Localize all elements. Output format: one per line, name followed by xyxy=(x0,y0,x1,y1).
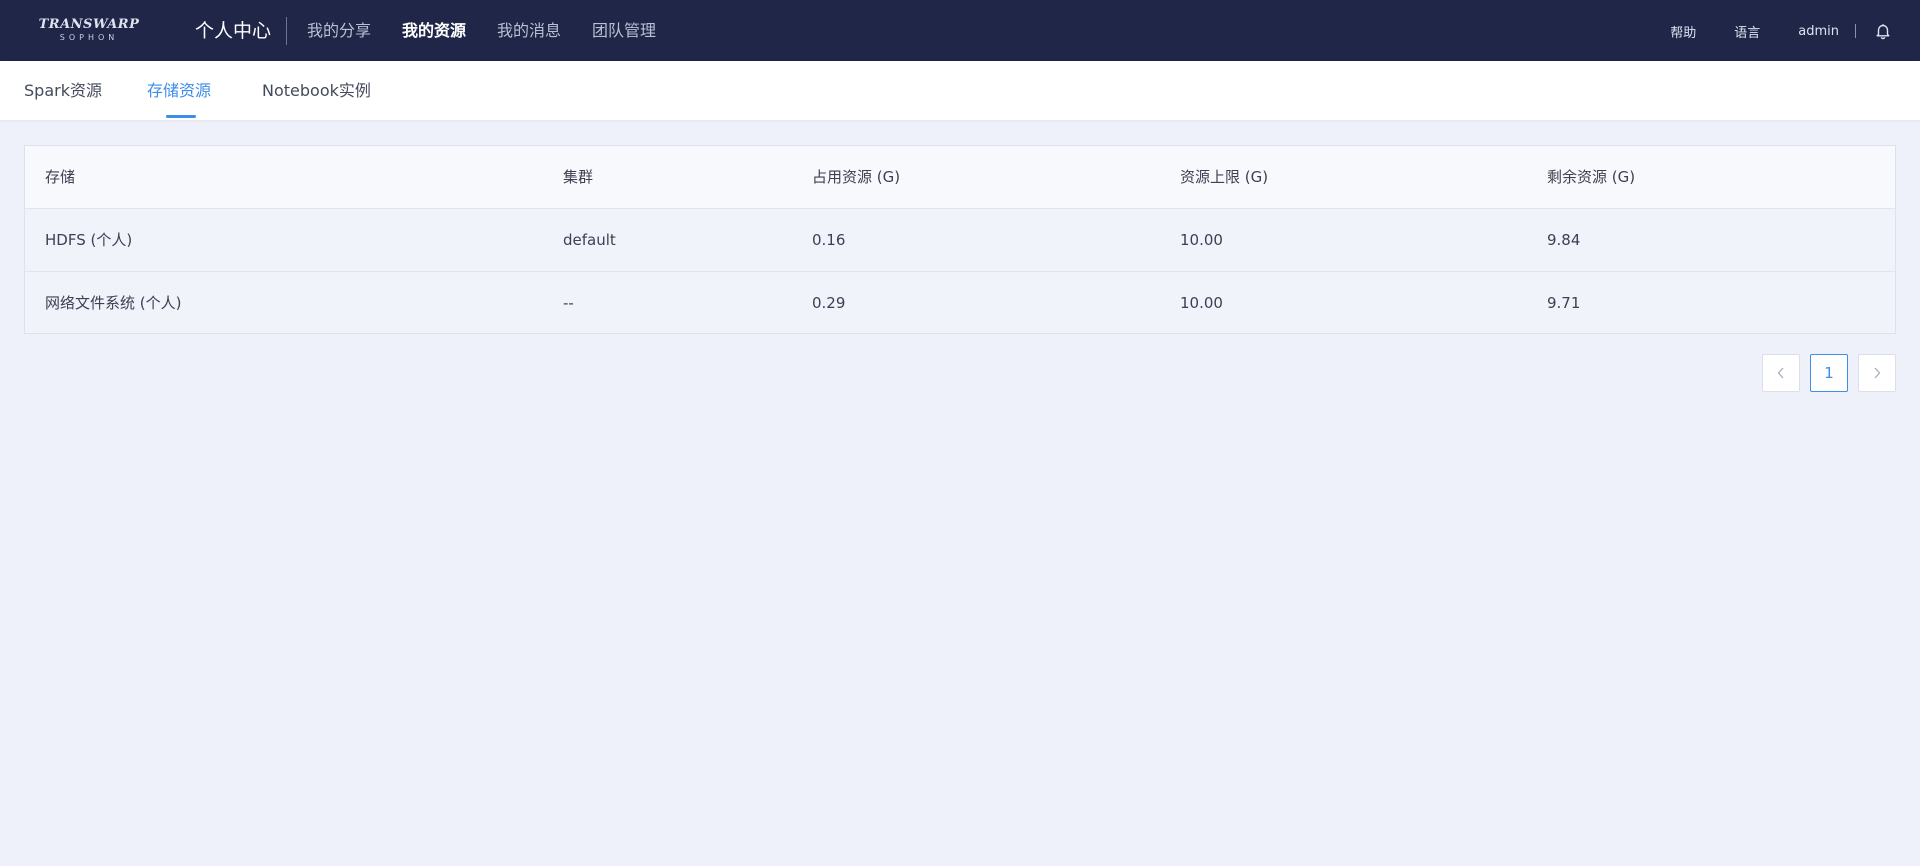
nav-item-my-messages[interactable]: 我的消息 xyxy=(497,17,561,45)
nav-item-my-resources[interactable]: 我的资源 xyxy=(402,17,466,45)
cell-limit: 10.00 xyxy=(1180,294,1223,312)
cell-cluster: -- xyxy=(563,294,574,312)
nav-item-team-management[interactable]: 团队管理 xyxy=(592,17,656,45)
nav-item-my-shares[interactable]: 我的分享 xyxy=(307,17,371,45)
cell-cluster: default xyxy=(563,231,616,249)
pagination: 1 xyxy=(1762,354,1896,392)
storage-table: 存储 集群 占用资源 (G) 资源上限 (G) 剩余资源 (G) HDFS (个… xyxy=(24,145,1896,334)
header-divider xyxy=(1855,24,1856,38)
app-title: 个人中心 xyxy=(195,17,288,45)
cell-storage: HDFS (个人) xyxy=(45,231,133,249)
top-navbar: TRANSWARP SOPHON 个人中心 我的分享 我的资源 我的消息 团队管… xyxy=(0,0,1920,61)
table-row: 网络文件系统 (个人) -- 0.29 10.00 9.71 xyxy=(25,272,1895,335)
cell-used: 0.29 xyxy=(812,294,846,312)
next-page-button[interactable] xyxy=(1858,354,1896,392)
main-nav: 我的分享 我的资源 我的消息 团队管理 xyxy=(307,17,687,45)
column-header-remaining: 剩余资源 (G) xyxy=(1547,168,1636,186)
logo[interactable]: TRANSWARP SOPHON xyxy=(36,18,142,46)
cell-used: 0.16 xyxy=(812,231,846,249)
bell-icon[interactable] xyxy=(1874,22,1892,40)
cell-limit: 10.00 xyxy=(1180,231,1223,249)
tab-notebook-instances[interactable]: Notebook实例 xyxy=(262,61,371,120)
column-header-used: 占用资源 (G) xyxy=(812,168,901,186)
chevron-left-icon xyxy=(1777,367,1784,379)
cell-remaining: 9.71 xyxy=(1547,294,1581,312)
prev-page-button[interactable] xyxy=(1762,354,1800,392)
help-link[interactable]: 帮助 xyxy=(1670,22,1696,41)
chevron-right-icon xyxy=(1874,367,1881,379)
language-link[interactable]: 语言 xyxy=(1734,22,1760,41)
tab-storage-resources[interactable]: 存储资源 xyxy=(147,61,211,120)
column-header-storage: 存储 xyxy=(45,168,76,186)
active-tab-indicator xyxy=(166,115,196,118)
logo-brand: TRANSWARP xyxy=(38,17,140,32)
table-header: 存储 集群 占用资源 (G) 资源上限 (G) 剩余资源 (G) xyxy=(25,146,1895,209)
column-header-limit: 资源上限 (G) xyxy=(1180,168,1269,186)
cell-storage: 网络文件系统 (个人) xyxy=(45,294,182,312)
page-1-button[interactable]: 1 xyxy=(1810,354,1848,392)
table-row: HDFS (个人) default 0.16 10.00 9.84 xyxy=(25,209,1895,272)
cell-remaining: 9.84 xyxy=(1547,231,1581,249)
tab-spark-resources[interactable]: Spark资源 xyxy=(24,61,102,120)
logo-subtitle: SOPHON xyxy=(59,33,119,42)
column-header-cluster: 集群 xyxy=(563,168,594,186)
resource-tabs: Spark资源 存储资源 Notebook实例 xyxy=(0,61,1920,120)
header-actions: 帮助 语言 admin xyxy=(1632,17,1892,45)
user-menu[interactable]: admin xyxy=(1798,24,1839,39)
